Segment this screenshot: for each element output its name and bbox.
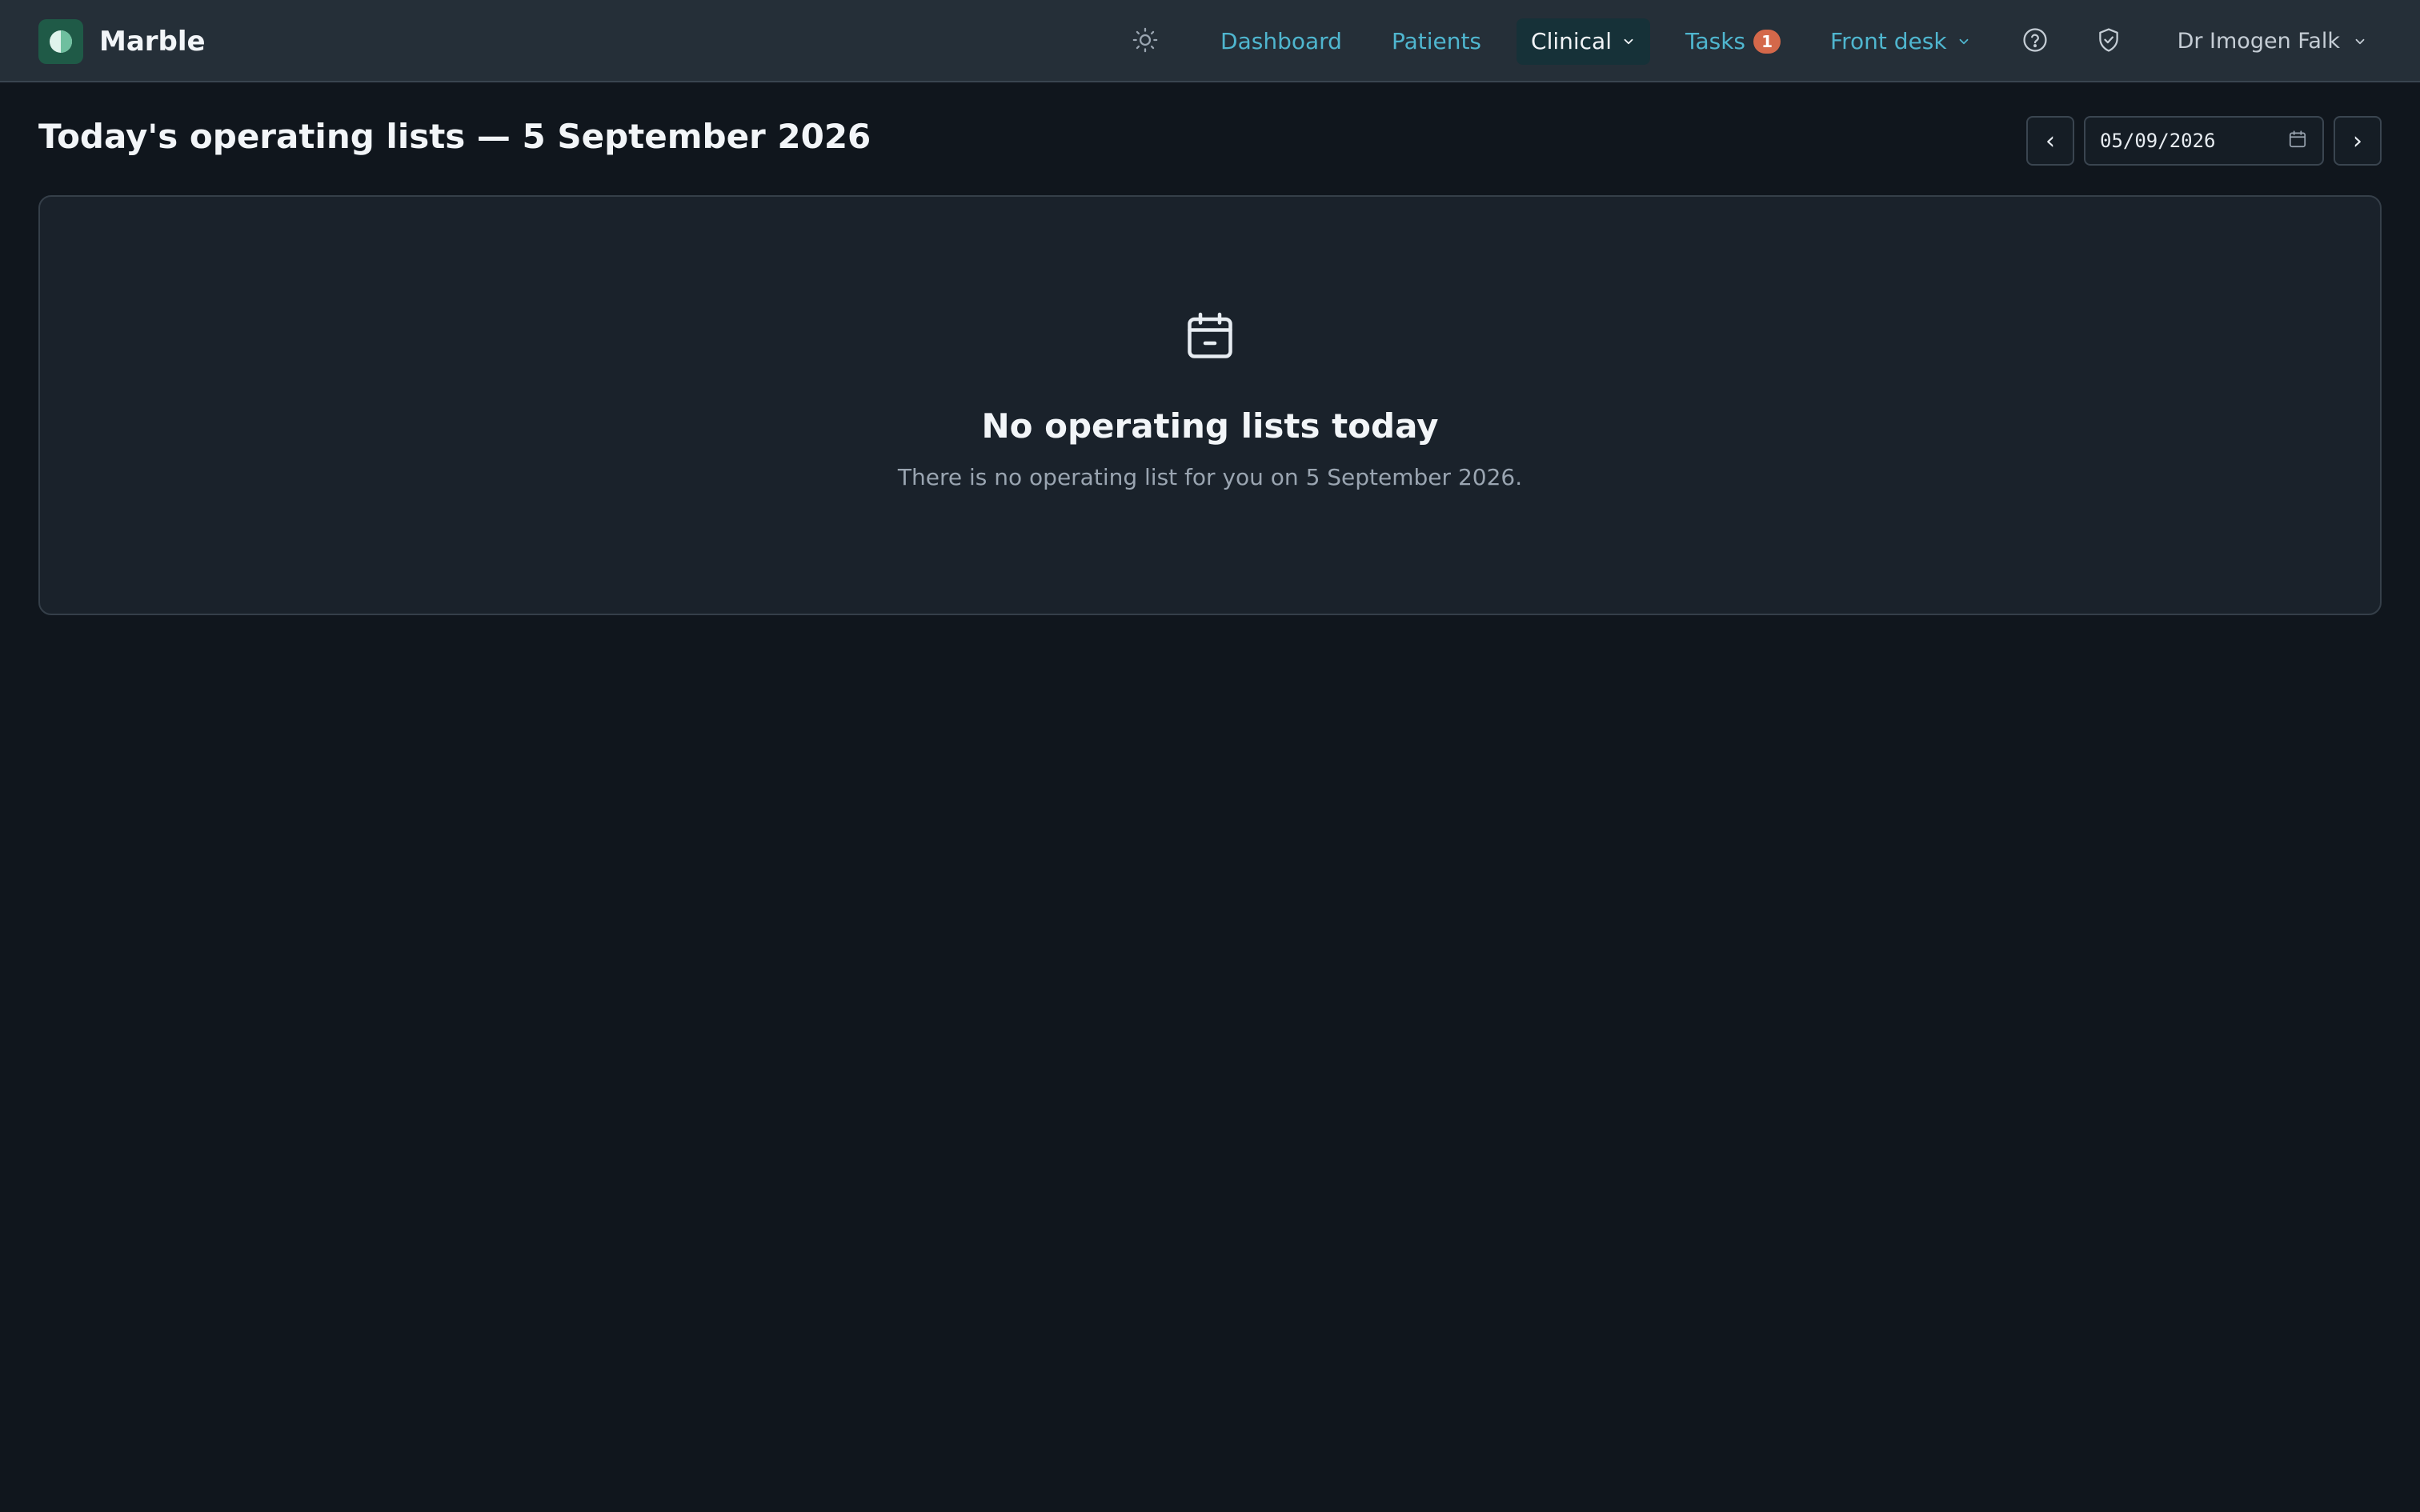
- user-menu[interactable]: Dr Imogen Falk: [2163, 29, 2382, 54]
- date-input[interactable]: [2100, 130, 2260, 152]
- nav-link-label: Patients: [1391, 28, 1482, 54]
- help-button[interactable]: [2013, 19, 2057, 64]
- chevron-down-icon: [1957, 34, 1971, 49]
- chevron-down-icon: [2353, 34, 2367, 49]
- calendar-minus-icon: [1181, 307, 1239, 368]
- tasks-count-badge: 1: [1753, 29, 1781, 54]
- empty-state-message: There is no operating list for you on 5 …: [897, 464, 1523, 490]
- empty-state-card: No operating lists today There is no ope…: [38, 195, 2382, 615]
- app-name: Marble: [99, 26, 206, 58]
- date-controls: ‹ ›: [2026, 116, 2382, 166]
- user-name: Dr Imogen Falk: [2177, 29, 2340, 54]
- nav-link-front-desk[interactable]: Front desk: [1816, 18, 1985, 65]
- date-field[interactable]: [2084, 116, 2324, 166]
- nav-link-label: Clinical: [1531, 28, 1612, 54]
- empty-state-title: No operating lists today: [981, 406, 1439, 446]
- previous-day-button[interactable]: ‹: [2026, 116, 2074, 166]
- top-navbar: Marble Dashboard Patients Clinical Tasks…: [0, 0, 2420, 82]
- nav-link-label: Front desk: [1830, 28, 1947, 54]
- nav-link-clinical[interactable]: Clinical: [1517, 18, 1650, 65]
- nav-link-tasks[interactable]: Tasks 1: [1671, 18, 1795, 65]
- sun-icon: [1132, 26, 1159, 57]
- theme-toggle-button[interactable]: [1123, 19, 1168, 64]
- calendar-icon[interactable]: [2287, 129, 2308, 153]
- chevron-left-icon: ‹: [2045, 126, 2055, 155]
- main-nav: Dashboard Patients Clinical Tasks 1 Fron…: [1123, 0, 2382, 82]
- help-icon: [2021, 26, 2049, 57]
- page-title: Today's operating lists — 5 September 20…: [38, 117, 871, 156]
- shield-check-icon: [2095, 26, 2122, 57]
- next-day-button[interactable]: ›: [2334, 116, 2382, 166]
- chevron-right-icon: ›: [2353, 126, 2362, 155]
- nav-link-label: Dashboard: [1220, 28, 1342, 54]
- chevron-down-icon: [1621, 34, 1636, 49]
- nav-link-label: Tasks: [1685, 28, 1746, 54]
- nav-link-dashboard[interactable]: Dashboard: [1206, 18, 1356, 65]
- brand-logo-icon: [38, 19, 83, 64]
- security-button[interactable]: [2086, 19, 2131, 64]
- nav-link-patients[interactable]: Patients: [1377, 18, 1496, 65]
- brand[interactable]: Marble: [38, 19, 206, 64]
